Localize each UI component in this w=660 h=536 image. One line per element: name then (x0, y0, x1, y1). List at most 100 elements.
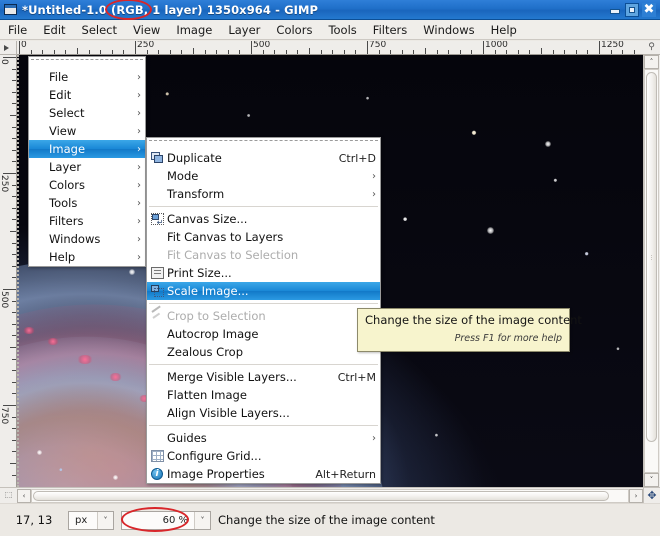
chevron-right-icon: › (137, 126, 141, 137)
menubar-item-select[interactable]: Select (74, 21, 125, 39)
ruler-tick (390, 50, 391, 54)
menu-item-print-size[interactable]: Print Size... (147, 264, 380, 282)
menu-item-canvas-size[interactable]: Canvas Size... (147, 210, 380, 228)
menu-item-windows[interactable]: Windows › (29, 230, 145, 248)
menu-item-image-properties[interactable]: i Image Properties Alt+Return (147, 465, 380, 483)
menu-item-flatten-image[interactable]: Flatten Image (147, 386, 380, 404)
menu-item-label: Autocrop Image (167, 327, 376, 341)
menu-item-edit[interactable]: Edit › (29, 86, 145, 104)
menu-item-accelerator: Ctrl+D (339, 152, 376, 165)
minimize-button[interactable] (608, 3, 622, 17)
menubar-item-edit[interactable]: Edit (35, 21, 73, 39)
ruler-tick (12, 92, 16, 93)
menu-tearoff-handle[interactable] (149, 140, 378, 148)
menu-item-label: Edit (29, 88, 121, 102)
menu-item-zealous-crop[interactable]: Zealous Crop (147, 343, 380, 361)
ruler-label: 250 (137, 41, 154, 50)
menu-item-label: Fit Canvas to Selection (167, 248, 376, 262)
ruler-tick (77, 48, 78, 54)
menu-item-scale-image[interactable]: Scale Image... (147, 282, 380, 300)
scroll-left-button[interactable]: ‹ (17, 489, 31, 503)
ruler-label: 0 (21, 41, 27, 50)
ruler-tick (3, 289, 16, 290)
horizontal-scrollbar[interactable]: ‹ › (17, 487, 643, 503)
zoom-combo[interactable]: 60 % ˅ (121, 511, 211, 530)
menu-item-fit-canvas-to-layers[interactable]: Fit Canvas to Layers (147, 228, 380, 246)
zoom-image-button[interactable]: ⚲ (643, 41, 660, 55)
scroll-right-button[interactable]: › (629, 489, 643, 503)
menubar-item-image[interactable]: Image (168, 21, 220, 39)
menubar-item-help[interactable]: Help (483, 21, 525, 39)
star-point (487, 227, 494, 234)
scale-image-icon (147, 285, 167, 297)
menu-item-guides[interactable]: Guides › (147, 429, 380, 447)
scroll-down-button[interactable]: ˅ (644, 473, 659, 487)
chevron-right-icon: › (137, 180, 141, 191)
menu-item-image[interactable]: Image › (29, 140, 145, 158)
ruler-tick (437, 50, 438, 54)
menubar-item-view[interactable]: View (125, 21, 168, 39)
menu-item-label: Configure Grid... (167, 449, 376, 463)
menu-item-autocrop-image[interactable]: Autocrop Image (147, 325, 380, 343)
menubar-item-tools[interactable]: Tools (320, 21, 364, 39)
ruler-tick (12, 440, 16, 441)
menubar-item-windows[interactable]: Windows (415, 21, 482, 39)
ruler-tick (12, 161, 16, 162)
ruler-label: 250 (0, 175, 9, 192)
duplicate-icon (147, 152, 167, 164)
menu-item-merge-visible-layers[interactable]: Merge Visible Layers... Ctrl+M (147, 368, 380, 386)
menu-item-select[interactable]: Select › (29, 104, 145, 122)
ruler-tick (379, 50, 380, 54)
menu-item-duplicate[interactable]: Duplicate Ctrl+D (147, 149, 380, 167)
menu-item-file[interactable]: File › (29, 68, 145, 86)
horizontal-scroll-trough[interactable] (31, 489, 629, 503)
chevron-right-icon: › (372, 171, 376, 182)
maximize-button[interactable] (625, 3, 639, 17)
vertical-ruler[interactable]: 0 250 500 750 (0, 55, 17, 487)
hii-region (47, 338, 59, 345)
horizontal-ruler[interactable]: 025050075010001250 (17, 41, 643, 55)
menu-item-layer[interactable]: Layer › (29, 158, 145, 176)
ruler-origin-button[interactable] (0, 41, 17, 55)
close-button[interactable]: ✖ (642, 3, 656, 17)
menubar-item-colors[interactable]: Colors (268, 21, 320, 39)
ruler-tick (251, 41, 252, 54)
menu-item-colors[interactable]: Colors › (29, 176, 145, 194)
ruler-label: 750 (0, 407, 9, 424)
ruler-tick (321, 50, 322, 54)
menu-item-mode[interactable]: Mode › (147, 167, 380, 185)
menu-item-label: Align Visible Layers... (167, 406, 376, 420)
menu-tearoff-handle[interactable] (31, 59, 143, 67)
vertical-scroll-thumb[interactable] (646, 72, 657, 442)
vertical-scrollbar[interactable]: ˄ ˅ (643, 55, 660, 487)
status-bar: 17, 13 px ˅ 60 % ˅ Change the size of th… (0, 503, 660, 536)
ruler-tick (19, 41, 20, 54)
menu-item-label: Guides (167, 431, 356, 445)
main-menu-popup[interactable]: File › Edit › Select › View › Image › La… (28, 56, 146, 267)
ruler-tick (147, 50, 148, 54)
ruler-label: 0 (0, 59, 9, 65)
menu-item-view[interactable]: View › (29, 122, 145, 140)
ruler-label: 500 (0, 291, 9, 308)
menu-item-configure-grid[interactable]: Configure Grid... (147, 447, 380, 465)
vertical-scroll-trough[interactable] (644, 69, 659, 473)
menu-item-label: Fit Canvas to Layers (167, 230, 376, 244)
menu-item-help[interactable]: Help › (29, 248, 145, 266)
navigation-preview-button[interactable]: ✥ (643, 487, 660, 503)
quick-mask-toggle[interactable]: ⬚ (0, 487, 17, 503)
horizontal-scroll-thumb[interactable] (33, 491, 609, 501)
chevron-down-icon[interactable]: ˅ (97, 512, 113, 529)
ruler-tick (541, 48, 542, 54)
menu-item-align-visible-layers[interactable]: Align Visible Layers... (147, 404, 380, 422)
image-window-icon (4, 4, 17, 15)
menubar-item-layer[interactable]: Layer (220, 21, 268, 39)
menu-item-tools[interactable]: Tools › (29, 194, 145, 212)
unit-combo[interactable]: px ˅ (68, 511, 114, 530)
scroll-up-button[interactable]: ˄ (644, 55, 659, 69)
menu-item-transform[interactable]: Transform › (147, 185, 380, 203)
menu-item-filters[interactable]: Filters › (29, 212, 145, 230)
menubar-item-filters[interactable]: Filters (365, 21, 415, 39)
menubar-item-file[interactable]: File (0, 21, 35, 39)
chevron-down-icon[interactable]: ˅ (194, 512, 210, 529)
image-submenu-popup[interactable]: Duplicate Ctrl+D Mode › Transform › Canv… (146, 137, 381, 484)
